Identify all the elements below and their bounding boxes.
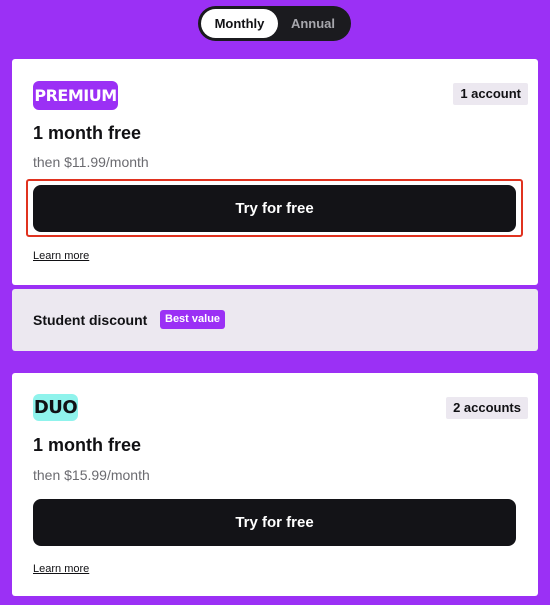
toggle-annual[interactable]: Annual [278, 9, 348, 38]
best-value-badge: Best value [160, 310, 226, 329]
plan-card-premium: PREMIUM 1 account 1 month free then $11.… [12, 59, 538, 285]
account-count-badge: 1 account [453, 83, 528, 105]
plan-headline: 1 month free [33, 123, 142, 143]
plan-price: then $11.99/month [33, 154, 149, 170]
learn-more-link-duo[interactable]: Learn more [33, 563, 89, 575]
try-for-free-button-duo[interactable]: Try for free [33, 499, 516, 546]
billing-period-toggle[interactable]: Monthly Annual [198, 6, 351, 41]
plan-price: then $15.99/month [33, 467, 150, 483]
plan-headline: 1 month free [33, 435, 142, 455]
student-discount-card[interactable]: Student discount Best value [12, 289, 538, 351]
plan-card-duo: DUO 2 accounts 1 month free then $15.99/… [12, 373, 538, 596]
try-for-free-button-premium[interactable]: Try for free [33, 185, 516, 232]
plan-badge-premium: PREMIUM [33, 81, 118, 110]
toggle-monthly[interactable]: Monthly [201, 9, 278, 38]
account-count-badge: 2 accounts [446, 397, 528, 419]
student-discount-label: Student discount [33, 312, 148, 328]
learn-more-link-premium[interactable]: Learn more [33, 250, 89, 262]
plan-badge-duo: DUO [33, 394, 78, 421]
